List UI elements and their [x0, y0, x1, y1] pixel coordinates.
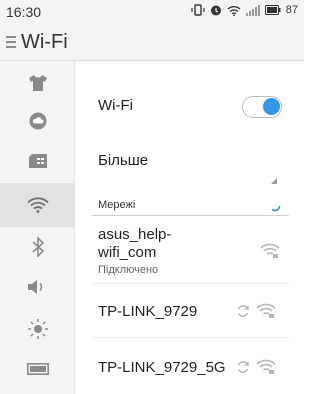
network-name: TP-LINK_9729_5G — [98, 359, 226, 376]
hamburger-icon[interactable] — [6, 35, 16, 53]
status-icons: 87 — [191, 4, 298, 16]
sidebar-item-cloud[interactable] — [0, 99, 75, 143]
wifi-lock-icon — [256, 359, 276, 375]
sim-card-icon — [28, 154, 47, 168]
network-icons — [236, 359, 276, 375]
network-name-line1: asus_help- — [98, 226, 172, 243]
network-item[interactable]: asus_help- wifi_com Підключено — [76, 223, 304, 281]
wifi-lock-icon — [260, 243, 280, 259]
wifi-toggle-label: Wi-Fi — [98, 97, 133, 114]
cloud-icon — [29, 112, 47, 130]
alarm-icon — [210, 4, 222, 16]
wifi-settings-panel: Wi-Fi Більше Мережі asus_help- wifi_com … — [76, 61, 304, 394]
battery-icon — [26, 363, 49, 375]
tshirt-icon — [28, 75, 47, 91]
wifi-toggle-switch[interactable] — [242, 96, 282, 118]
sidebar-item-bluetooth[interactable] — [0, 225, 75, 269]
toggle-knob — [263, 98, 280, 115]
sidebar-item-battery[interactable] — [0, 347, 75, 391]
more-settings-row[interactable]: Більше — [76, 141, 304, 185]
network-item[interactable]: TP-LINK_9729 — [76, 289, 304, 333]
settings-sidebar — [0, 61, 75, 394]
refresh-icon — [236, 304, 250, 318]
status-bar: 16:30 87 — [0, 0, 304, 24]
vibrate-icon — [191, 4, 205, 16]
network-divider — [92, 337, 289, 338]
sidebar-item-sim[interactable] — [0, 139, 75, 183]
speaker-icon — [27, 279, 48, 295]
bluetooth-icon — [31, 237, 44, 257]
network-divider — [92, 283, 289, 284]
wifi-icon — [227, 5, 241, 16]
page-title: Wi-Fi — [21, 31, 68, 53]
network-icons — [236, 303, 276, 319]
status-time: 16:30 — [6, 4, 42, 20]
networks-section-header: Мережі — [76, 195, 304, 217]
brightness-icon — [27, 319, 48, 339]
networks-header-label: Мережі — [98, 199, 136, 211]
signal-icon — [245, 4, 260, 16]
sidebar-item-display[interactable] — [0, 307, 75, 351]
app-bar: Wi-Fi — [0, 24, 304, 60]
network-name: TP-LINK_9729 — [98, 303, 198, 320]
wifi-lock-icon — [256, 303, 276, 319]
expand-corner-icon — [271, 171, 277, 189]
battery-icon — [264, 5, 281, 15]
section-divider — [92, 215, 289, 216]
network-name-line2: wifi_com — [98, 244, 157, 261]
refresh-icon — [236, 360, 250, 374]
network-item[interactable]: TP-LINK_9729_5G — [76, 345, 304, 389]
more-label: Більше — [98, 152, 149, 169]
wifi-icon — [26, 197, 49, 213]
network-icons — [260, 243, 280, 259]
network-status: Підключено — [98, 264, 159, 276]
wifi-toggle-row[interactable]: Wi-Fi — [76, 83, 304, 127]
battery-level: 87 — [285, 4, 298, 16]
sidebar-item-sound[interactable] — [0, 265, 75, 309]
sidebar-item-wifi[interactable] — [0, 183, 75, 227]
